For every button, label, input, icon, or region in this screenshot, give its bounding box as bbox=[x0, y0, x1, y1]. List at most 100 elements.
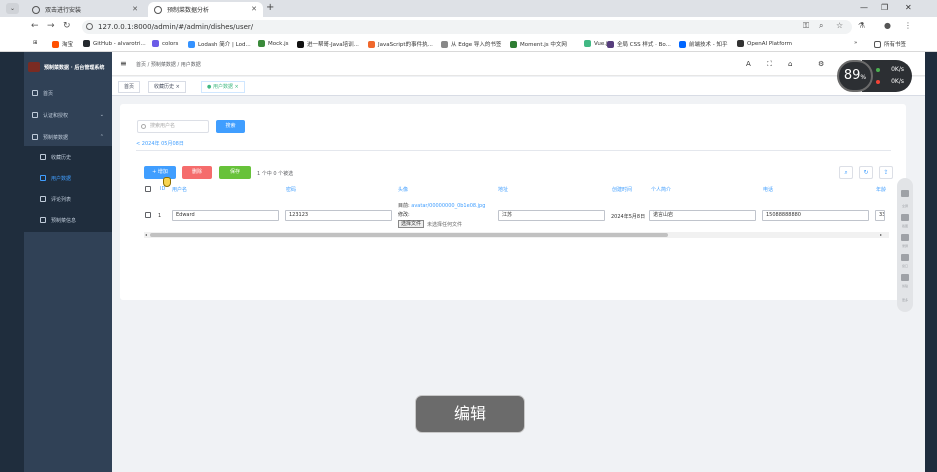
hamburger-icon[interactable]: ≡ bbox=[120, 59, 127, 68]
globe-icon bbox=[154, 5, 162, 14]
back-button[interactable]: ← bbox=[31, 21, 39, 31]
bookmark-item[interactable]: 从 Edge 导入的书签 bbox=[441, 40, 501, 48]
close-tab-icon[interactable]: ✕ bbox=[132, 5, 138, 13]
clipboard-icon[interactable] bbox=[901, 274, 909, 281]
url-field[interactable]: 127.0.0.1:8000/admin/#/admin/dishes/user… bbox=[82, 20, 852, 34]
bookmark-item[interactable]: JavaScript的事件执... bbox=[368, 40, 433, 48]
tag-favorites[interactable]: 收藏历史 × bbox=[148, 81, 186, 93]
scrollbar-thumb[interactable] bbox=[150, 233, 668, 237]
maximize-button[interactable]: ❐ bbox=[881, 3, 888, 12]
bookmark-item[interactable]: OpenAI Platform bbox=[737, 40, 792, 47]
forward-button[interactable]: → bbox=[47, 21, 55, 31]
shield-icon bbox=[32, 112, 38, 118]
sidebar: 预制菜数据 · 后台管理系统 首页 认证和授权 ⌄ 预制菜数据 ⌃ 收藏历史 用户数… bbox=[24, 52, 112, 472]
choose-file-button[interactable]: 选择文件 bbox=[398, 220, 425, 228]
sidebar-item-label: 收藏历史 bbox=[51, 154, 72, 161]
minimize-button[interactable]: — bbox=[860, 3, 868, 12]
phone-field[interactable]: 15088888880 bbox=[762, 210, 869, 221]
column-header-phone[interactable]: 电话 bbox=[763, 186, 773, 193]
camera-icon[interactable] bbox=[901, 214, 909, 221]
password-field[interactable]: 123123 bbox=[285, 210, 392, 221]
address-field[interactable]: 江苏 bbox=[498, 210, 605, 221]
browser-tab-active[interactable]: 预制菜数据分析 ✕ bbox=[148, 2, 263, 17]
sidebar-item-auth[interactable]: 认证和授权 ⌄ bbox=[24, 108, 112, 122]
sidebar-item-dishes[interactable]: 预制菜数据 ⌃ bbox=[24, 130, 112, 144]
star-icon bbox=[40, 154, 46, 160]
bookmark-item[interactable]: Mock.js bbox=[258, 40, 288, 47]
bookmark-item[interactable]: 淘宝 bbox=[52, 40, 73, 48]
profile-icon[interactable]: ● bbox=[884, 21, 891, 30]
date-drilldown[interactable]: < 2024年 05月08日 bbox=[136, 140, 184, 147]
zoom-icon[interactable]: ⌕ bbox=[819, 21, 823, 31]
sidebar-item-dish-info[interactable]: 预制菜信息 bbox=[24, 213, 112, 227]
fullscreen-icon[interactable]: ⛶ bbox=[767, 60, 772, 69]
bookmark-item[interactable]: Lodash 简介 | Lod... bbox=[188, 40, 251, 48]
close-window-button[interactable]: ✕ bbox=[905, 3, 912, 12]
font-size-icon[interactable]: A bbox=[746, 60, 751, 68]
bookmark-item[interactable]: GitHub - alvarotri... bbox=[83, 40, 146, 47]
avatar-current: 目前: avatar/00000000_0b1e08.jpg bbox=[398, 202, 485, 209]
bookmark-item[interactable]: colors bbox=[152, 40, 178, 47]
scroll-right-icon[interactable]: ▸ bbox=[880, 232, 882, 237]
apps-grid-icon[interactable]: ⊞ bbox=[33, 40, 38, 46]
avatar-change-label: 修改: bbox=[398, 212, 410, 218]
fullscreen-icon[interactable] bbox=[901, 190, 909, 197]
site-info-icon[interactable] bbox=[86, 23, 93, 30]
column-header-created[interactable]: 创建时间 bbox=[612, 186, 632, 193]
age-field[interactable]: 33 bbox=[875, 210, 885, 221]
bio-field[interactable]: 诺言山岩 bbox=[649, 210, 756, 221]
bookmark-item[interactable]: 全局 CSS 样式 · Bo... bbox=[607, 40, 671, 48]
export-icon[interactable]: ⇪ bbox=[879, 166, 893, 179]
bookmarks-overflow-button[interactable]: » bbox=[854, 40, 857, 46]
close-tab-icon[interactable]: ✕ bbox=[251, 5, 257, 13]
select-all-checkbox[interactable] bbox=[145, 186, 151, 192]
username-field[interactable]: Edward bbox=[172, 210, 279, 221]
sidebar-item-favorites[interactable]: 收藏历史 bbox=[24, 150, 112, 164]
window-icon[interactable] bbox=[901, 254, 909, 261]
avatar-link[interactable]: avatar/00000000_0b1e08.jpg bbox=[411, 203, 485, 209]
save-button[interactable]: 保存 bbox=[219, 166, 251, 179]
memory-gauge[interactable]: 89% bbox=[837, 60, 873, 92]
refresh-icon[interactable]: ↻ bbox=[859, 166, 873, 179]
column-header-bio[interactable]: 个人简介 bbox=[651, 186, 671, 193]
column-header-avatar[interactable]: 头像 bbox=[398, 186, 408, 193]
scroll-left-icon[interactable]: ◂ bbox=[145, 232, 147, 237]
bookmark-item[interactable]: 进一帮哥-Java培训... bbox=[297, 40, 359, 48]
extensions-icon[interactable]: ⚗ bbox=[858, 21, 865, 30]
column-header-id[interactable]: ID bbox=[160, 186, 165, 192]
sidebar-item-comments[interactable]: 评论列表 bbox=[24, 192, 112, 206]
reload-button[interactable]: ↻ bbox=[63, 21, 71, 31]
key-icon[interactable]: ⚿ bbox=[803, 21, 809, 31]
column-header-age[interactable]: 年龄 bbox=[876, 186, 886, 193]
add-button[interactable]: + 增加 bbox=[144, 166, 176, 179]
column-header-username[interactable]: 用户名 bbox=[172, 186, 187, 193]
row-checkbox[interactable] bbox=[145, 212, 151, 218]
home-icon[interactable]: ⌂ bbox=[788, 60, 792, 68]
new-tab-button[interactable]: + bbox=[266, 2, 274, 13]
column-header-password[interactable]: 密码 bbox=[286, 186, 296, 193]
search-button[interactable]: 搜索 bbox=[216, 120, 245, 133]
tag-home[interactable]: 首页 bbox=[118, 81, 141, 93]
browser-tab[interactable]: 双击进行安装 ✕ bbox=[26, 2, 144, 17]
browser-tab-strip: ⌄ 双击进行安装 ✕ 预制菜数据分析 ✕ + — ❐ ✕ bbox=[0, 0, 937, 17]
record-icon[interactable] bbox=[901, 234, 909, 241]
bookmark-star-icon[interactable]: ☆ bbox=[836, 21, 843, 30]
column-header-address[interactable]: 地址 bbox=[498, 186, 508, 193]
dock-label: 剪贴 bbox=[901, 284, 908, 288]
tag-users[interactable]: ● 用户数据 × bbox=[201, 81, 245, 93]
bookmark-item[interactable]: 前端技术 - 知乎 bbox=[679, 40, 727, 48]
all-bookmarks-button[interactable]: 所有书签 bbox=[874, 40, 906, 48]
sidebar-item-home[interactable]: 首页 bbox=[24, 86, 112, 100]
search-toggle-icon[interactable]: ⌕ bbox=[839, 166, 853, 179]
breadcrumb: 首页 / 预制菜数据 / 用户数据 bbox=[136, 62, 201, 68]
bookmark-label: Moment.js 中文网 bbox=[520, 42, 567, 48]
tab-search-dropdown[interactable]: ⌄ bbox=[6, 3, 19, 14]
bookmark-item[interactable]: Moment.js 中文网 bbox=[510, 40, 567, 48]
avatar-current-label: 目前: bbox=[398, 203, 410, 209]
delete-button[interactable]: 删除 bbox=[182, 166, 212, 179]
gear-icon[interactable]: ⚙ bbox=[818, 60, 824, 68]
search-placeholder: 搜索用户名 bbox=[150, 123, 176, 129]
sidebar-item-users[interactable]: 用户数据 bbox=[24, 171, 112, 185]
search-input[interactable]: 搜索用户名 bbox=[137, 120, 209, 133]
menu-kebab-icon[interactable]: ⋮ bbox=[904, 21, 912, 30]
